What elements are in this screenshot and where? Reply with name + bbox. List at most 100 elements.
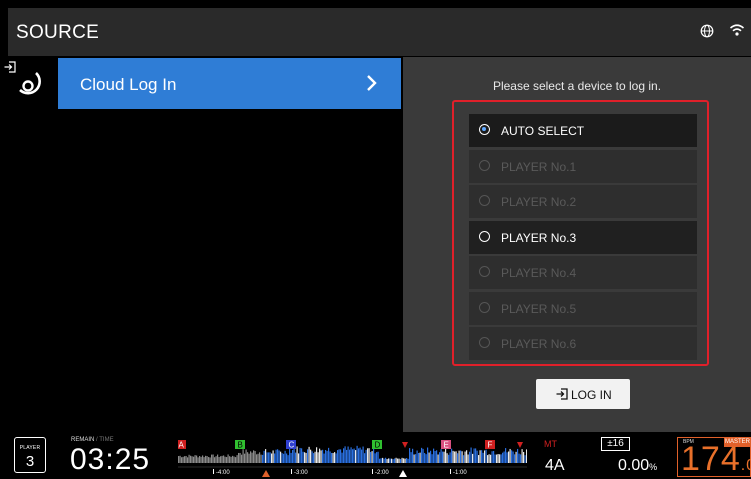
waveform-bar [412,448,414,463]
waveform-bar [361,449,363,463]
player-label: PLAYER [19,445,41,451]
waveform-bar [260,454,262,463]
bpm-display: 174.0 [681,440,751,479]
device-option-player-3[interactable]: PLAYER No.3 [469,220,697,254]
waveform-bar [458,450,460,463]
device-label: PLAYER No.1 [501,159,577,174]
waveform-bar [526,449,527,463]
waveform-bar [253,450,255,463]
waveform-bar [517,448,519,463]
waveform-bar [449,452,451,463]
waveform-bar [523,452,525,463]
end-marker [399,470,407,477]
waveform-bar [419,452,421,463]
waveform-bar [488,454,490,463]
wifi-icon[interactable] [729,23,745,37]
waveform-bar [232,455,234,463]
waveform-bar [293,448,295,463]
waveform-bar [287,455,289,463]
globe-icon[interactable] [700,24,714,38]
device-option-player-5: PLAYER No.5 [469,291,697,325]
waveform-bar [245,449,247,463]
waveform-bar [502,452,504,463]
waveform-bar [248,453,250,463]
waveform-bar [217,454,219,463]
waveform-bar [431,454,433,463]
waveform-overview[interactable]: -4:00 -3:00 -2:00 -1:00 A B C D E F [178,438,527,477]
waveform-bar [406,458,408,463]
waveform-bar [493,450,495,463]
waveform-bar [427,447,429,463]
waveform-bar [265,449,267,463]
waveform-bar [355,450,357,463]
waveform-bar [305,452,307,463]
waveform-bar [443,451,445,463]
waveform-bar [514,454,516,463]
waveform-bar [301,448,303,463]
waveform-bar [415,454,417,463]
waveform-bar [469,451,471,463]
waveform-bar [317,452,319,463]
waveform-bar [208,457,210,463]
device-option-auto-select[interactable]: AUTO SELECT [469,114,697,147]
log-in-button[interactable]: LOG IN [536,379,630,409]
waveform-bar [209,457,211,463]
waveform-bar [179,455,181,463]
waveform-bar [292,449,294,463]
device-label: PLAYER No.5 [501,301,577,316]
cue-label: A [179,441,185,450]
waveform-bar [487,455,489,463]
sidebar-item-cloud-log-in[interactable]: Cloud Log In [58,58,401,109]
chevron-right-icon [367,75,377,91]
waveform-bar [497,454,499,463]
waveform-bar [454,451,456,463]
waveform-bar [178,456,180,463]
waveform-bar [343,448,345,463]
waveform-bar [464,451,466,463]
waveform-bar [524,455,526,463]
waveform-bar [233,456,235,463]
radio-icon [479,337,490,348]
source-list-area [8,57,403,432]
tick-label: -4:00 [216,470,230,476]
tick-label: -3:00 [294,470,308,476]
tick-mark [450,469,451,474]
waveform-bar [326,450,328,463]
waveform-bar [404,458,406,463]
waveform-bar [437,454,439,463]
waveform-bar [371,451,373,463]
waveform-bar [197,457,199,463]
waveform-bars [178,445,527,463]
cue-label: B [238,441,243,450]
waveform-bar [397,458,399,463]
device-prompt: Please select a device to log in. [492,79,662,93]
waveform-bar [220,456,222,463]
waveform-bar [472,453,474,463]
cue-label: D [375,441,381,450]
waveform-bar [295,452,297,463]
cue-markers: A B C D E F [178,440,495,450]
waveform-bar [503,451,505,463]
waveform-bar [428,452,430,463]
waveform-bar [188,454,190,463]
bpm-decimal: .0 [740,457,751,474]
waveform-bar [223,455,225,463]
waveform-bar [391,458,393,463]
waveform-bar [187,457,189,463]
device-label: PLAYER No.6 [501,337,577,351]
waveform-bar [413,454,415,463]
waveform-bar [434,450,436,463]
device-label: PLAYER No.2 [501,195,577,209]
pitch-range-badge[interactable]: ±16 [601,437,630,451]
waveform-bar [286,453,288,463]
waveform-bar [418,452,420,463]
waveform-bar [229,456,231,463]
tick-label: -2:00 [375,470,389,476]
waveform-bar [485,449,487,463]
waveform-bar [473,448,475,463]
waveform-ticks: -4:00 -3:00 -2:00 -1:00 [213,469,467,476]
waveform-bar [313,453,315,463]
waveform-bar [316,447,318,463]
waveform-bar [271,453,273,463]
waveform-bar [520,454,522,463]
